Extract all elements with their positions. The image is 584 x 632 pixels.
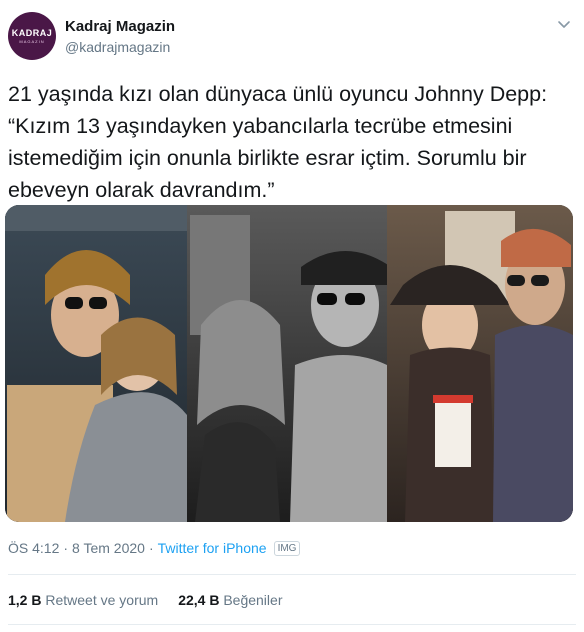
handle[interactable]: @kadrajmagazin — [65, 39, 175, 55]
avatar[interactable]: KADRAJ MAGAZIN — [8, 12, 56, 60]
tweet-meta: ÖS 4:12 · 8 Tem 2020 · Twitter for iPhon… — [8, 540, 301, 556]
tweet-date[interactable]: 8 Tem 2020 — [72, 540, 145, 556]
retweets-stat[interactable]: 1,2 B Retweet ve yorum — [8, 592, 158, 608]
photo-panel-right — [387, 205, 573, 522]
likes-count: 22,4 B — [178, 592, 220, 608]
retweets-count: 1,2 B — [8, 592, 42, 608]
account-names: Kadraj Magazin @kadrajmagazin — [65, 18, 175, 55]
avatar-logo-text: KADRAJ — [11, 28, 53, 38]
likes-stat[interactable]: 22,4 B Beğeniler — [178, 592, 282, 608]
likes-label: Beğeniler — [223, 592, 283, 608]
photo-panel-middle — [187, 205, 391, 522]
tweet-time[interactable]: ÖS 4:12 — [8, 540, 59, 556]
separator: · — [148, 540, 154, 556]
photo-collage — [5, 205, 573, 522]
tweet-photo[interactable] — [5, 205, 573, 522]
tweet-header: KADRAJ MAGAZIN Kadraj Magazin @kadrajmag… — [8, 10, 576, 66]
tweet-card: KADRAJ MAGAZIN Kadraj Magazin @kadrajmag… — [0, 0, 584, 632]
retweets-label: Retweet ve yorum — [45, 592, 159, 608]
avatar-logo-subtext: MAGAZIN — [19, 39, 45, 44]
tweet-text: 21 yaşında kızı olan dünyaca ünlü oyuncu… — [8, 82, 548, 202]
divider — [8, 574, 576, 575]
chevron-down-icon[interactable] — [556, 16, 572, 32]
separator: · — [63, 540, 69, 556]
display-name[interactable]: Kadraj Magazin — [65, 18, 175, 35]
img-badge: IMG — [273, 540, 301, 556]
photo-panel-left — [5, 205, 187, 522]
divider — [8, 624, 576, 625]
tweet-source-link[interactable]: Twitter for iPhone — [158, 540, 267, 556]
tweet-stats: 1,2 B Retweet ve yorum 22,4 B Beğeniler — [8, 592, 302, 608]
